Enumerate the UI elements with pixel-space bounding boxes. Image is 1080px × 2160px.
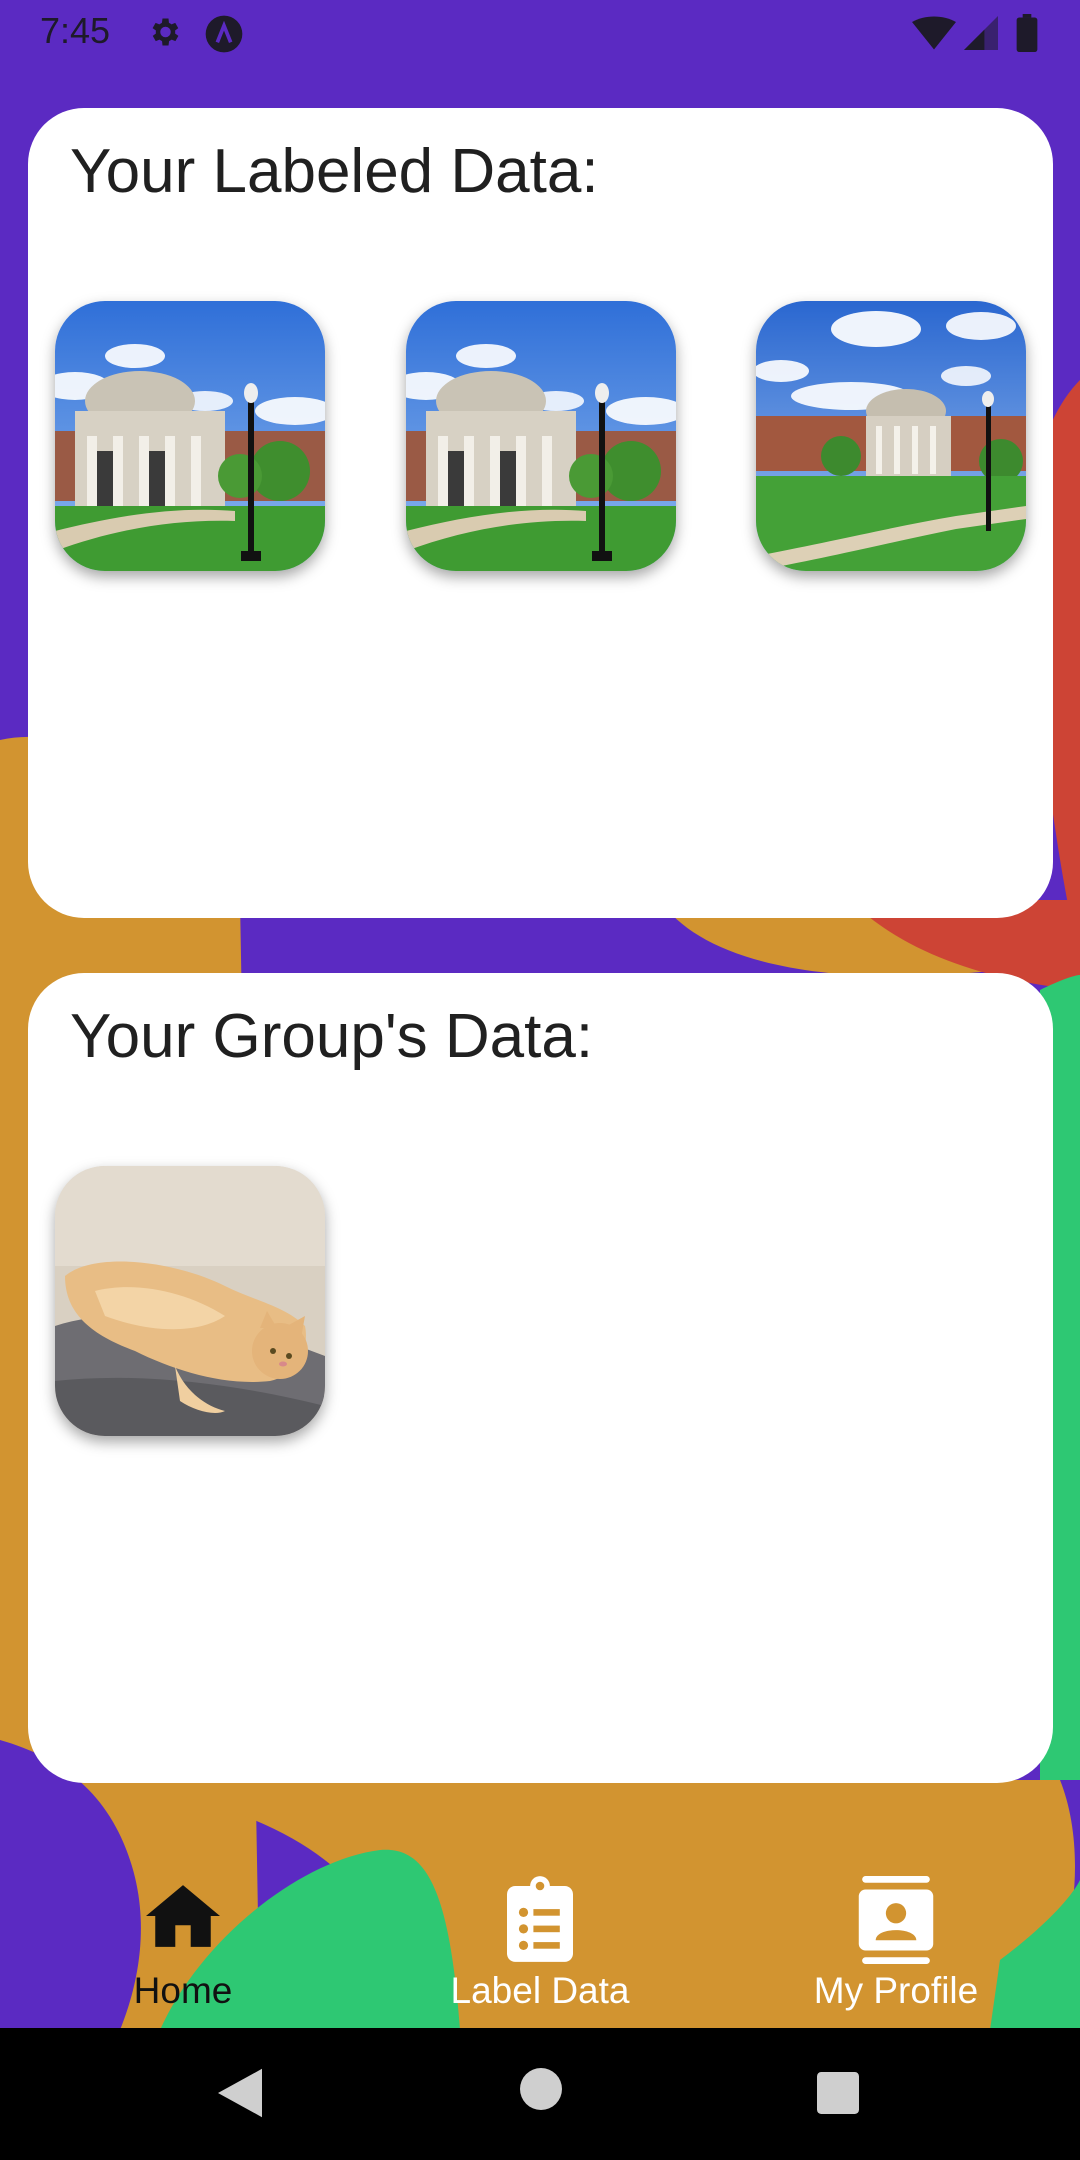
recents-square-icon[interactable]: [817, 2072, 859, 2119]
nav-label-label-data: Label Data: [450, 1970, 630, 2011]
nav-item-home[interactable]: Home: [33, 1860, 333, 2028]
cat-photo-icon: [55, 1166, 325, 1436]
labeled-image-1[interactable]: [55, 301, 325, 571]
campus-photo-icon: [756, 301, 1026, 571]
nav-label-home: Home: [133, 1970, 233, 2011]
labeled-data-card: Your Labeled Data:: [28, 108, 1053, 918]
building-photo-icon: [55, 301, 325, 571]
app-notification-icon: [204, 14, 244, 59]
status-time: 7:45: [40, 10, 111, 51]
status-bar: 7:45: [0, 0, 1080, 66]
nav-item-my-profile[interactable]: My Profile: [746, 1860, 1046, 2028]
battery-icon: [1016, 14, 1038, 57]
nav-item-label-data[interactable]: Label Data: [390, 1860, 690, 2028]
labeled-data-title: Your Labeled Data:: [70, 137, 599, 206]
clipboard-list-icon: [507, 1876, 573, 1967]
settings-gear-icon: [146, 14, 182, 55]
cellular-signal-icon: [964, 16, 998, 55]
bottom-navigation: Home Label Data My Profile: [0, 1860, 1080, 2028]
contact-card-icon: [858, 1876, 934, 1969]
home-circle-icon[interactable]: [520, 2068, 562, 2115]
back-icon[interactable]: [218, 2068, 262, 2123]
system-navigation-bar: [0, 2028, 1080, 2160]
labeled-image-2[interactable]: [406, 301, 676, 571]
home-icon: [146, 1884, 220, 1953]
group-data-title: Your Group's Data:: [70, 1002, 594, 1071]
group-image-1[interactable]: [55, 1166, 325, 1436]
building-photo-icon: [406, 301, 676, 571]
group-data-card: Your Group's Data:: [28, 973, 1053, 1783]
wifi-icon: [912, 16, 956, 55]
nav-label-my-profile: My Profile: [813, 1970, 979, 2011]
labeled-image-3[interactable]: [756, 301, 1026, 571]
